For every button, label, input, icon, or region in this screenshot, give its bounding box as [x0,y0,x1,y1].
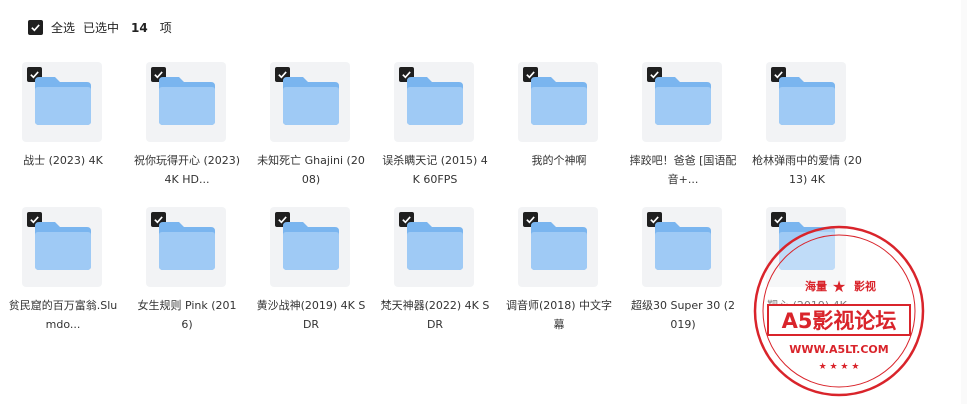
folder-name[interactable]: 女生规则 Pink (2016) [132,296,242,334]
folder-icon [35,222,91,270]
folder-thumbnail[interactable] [766,62,846,142]
select-all-label[interactable]: 全选 [51,19,75,36]
folder-icon [531,222,587,270]
stamp-top-right: 影视 [854,279,876,293]
folder-thumbnail[interactable] [146,62,226,142]
stamp-url: WWW.A5LT.COM [789,343,888,356]
selection-toolbar: 全选 已选中 14 项 [28,19,172,36]
selected-count: 14 [131,20,148,35]
folder-thumbnail[interactable] [22,207,102,287]
stamp-stars: ★ ★ ★ ★ [819,362,860,372]
folder-thumbnail[interactable] [270,62,350,142]
folder-thumbnail[interactable] [518,62,598,142]
folder-icon [35,77,91,125]
forum-watermark-stamp: 海量 ★ 影视 A5影视论坛 WWW.A5LT.COM ★ ★ ★ ★ [753,225,925,397]
folder-thumbnail[interactable] [22,62,102,142]
folder-name[interactable]: 枪林弹雨中的爱情 (2013) 4K [752,151,862,189]
folder-name[interactable]: 误杀瞒天记 (2015) 4K 60FPS [380,151,490,189]
folder-name[interactable]: 祝你玩得开心 (2023) 4K HD... [132,151,242,189]
scrollbar[interactable] [961,0,967,404]
folder-thumbnail[interactable] [642,207,722,287]
folder-icon [283,77,339,125]
folder-thumbnail[interactable] [146,207,226,287]
stamp-title: A5影视论坛 [782,309,897,333]
folder-name[interactable]: 我的个神啊 [504,151,614,170]
selected-prefix: 已选中 [83,21,120,35]
folder-name[interactable]: 黄沙战神(2019) 4K SDR [256,296,366,334]
folder-icon [159,77,215,125]
folder-name[interactable]: 超级30 Super 30 (2019) [628,296,738,334]
selected-suffix: 项 [159,21,172,35]
folder-name[interactable]: 调音师(2018) 中文字幕 [504,296,614,334]
folder-icon [779,77,835,125]
folder-name[interactable]: 梵天神器(2022) 4K SDR [380,296,490,334]
folder-icon [159,222,215,270]
star-icon: ★ [832,277,846,296]
select-all-checkbox[interactable] [28,20,43,35]
folder-thumbnail[interactable] [518,207,598,287]
folder-name[interactable]: 战士 (2023) 4K [8,151,118,170]
folder-thumbnail[interactable] [394,62,474,142]
folder-icon [283,222,339,270]
folder-icon [655,222,711,270]
folder-icon [655,77,711,125]
folder-name[interactable]: 贫民窟的百万富翁.Slumdo... [8,296,118,334]
folder-thumbnail[interactable] [270,207,350,287]
folder-name[interactable]: 摔跤吧！爸爸 [国语配音+... [628,151,738,189]
folder-icon [407,77,463,125]
stamp-top-left: 海量 [805,279,827,293]
folder-icon [531,77,587,125]
folder-thumbnail[interactable] [394,207,474,287]
check-icon [31,24,40,32]
folder-thumbnail[interactable] [642,62,722,142]
folder-name[interactable]: 未知死亡 Ghajini (2008) [256,151,366,189]
folder-icon [407,222,463,270]
